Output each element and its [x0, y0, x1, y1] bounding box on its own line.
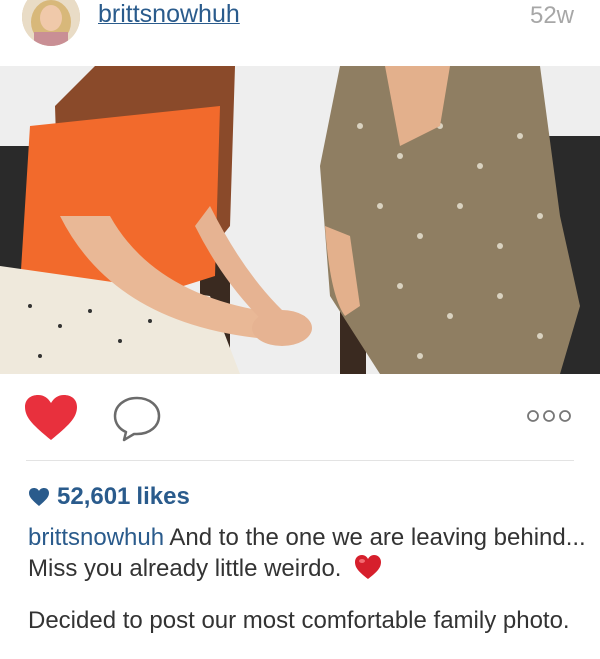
like-button[interactable]: [24, 394, 78, 442]
avatar[interactable]: [22, 0, 80, 46]
small-heart-icon: [29, 488, 49, 506]
heart-filled-icon: [25, 395, 77, 440]
post-actions: [0, 374, 600, 460]
post-caption: brittsnowhuh And to the one we are leavi…: [28, 522, 588, 584]
likes-count: 52,601: [57, 483, 131, 510]
post-header: brittsnowhuh 52w: [0, 0, 600, 62]
avatar-image: [22, 0, 80, 46]
actions-divider: [26, 460, 574, 461]
likes-label: likes: [136, 483, 190, 510]
comment-preview: Decided to post our most comfortable fam…: [28, 605, 588, 636]
speech-bubble-icon: [113, 396, 161, 442]
post-timestamp: 52w: [529, 2, 574, 29]
comment-preview-text: Decided to post our most comfortable fam…: [28, 607, 570, 634]
post-username[interactable]: brittsnowhuh: [98, 0, 240, 29]
photo-image: [0, 66, 600, 374]
post-photo[interactable]: [0, 66, 600, 374]
red-heart-emoji-icon: [355, 555, 382, 579]
comment-button[interactable]: [112, 395, 162, 443]
likes-row[interactable]: 52,601 likes: [28, 482, 190, 512]
ellipsis-icon: [527, 410, 571, 422]
more-options-button[interactable]: [524, 407, 574, 425]
caption-username[interactable]: brittsnowhuh: [28, 524, 164, 551]
